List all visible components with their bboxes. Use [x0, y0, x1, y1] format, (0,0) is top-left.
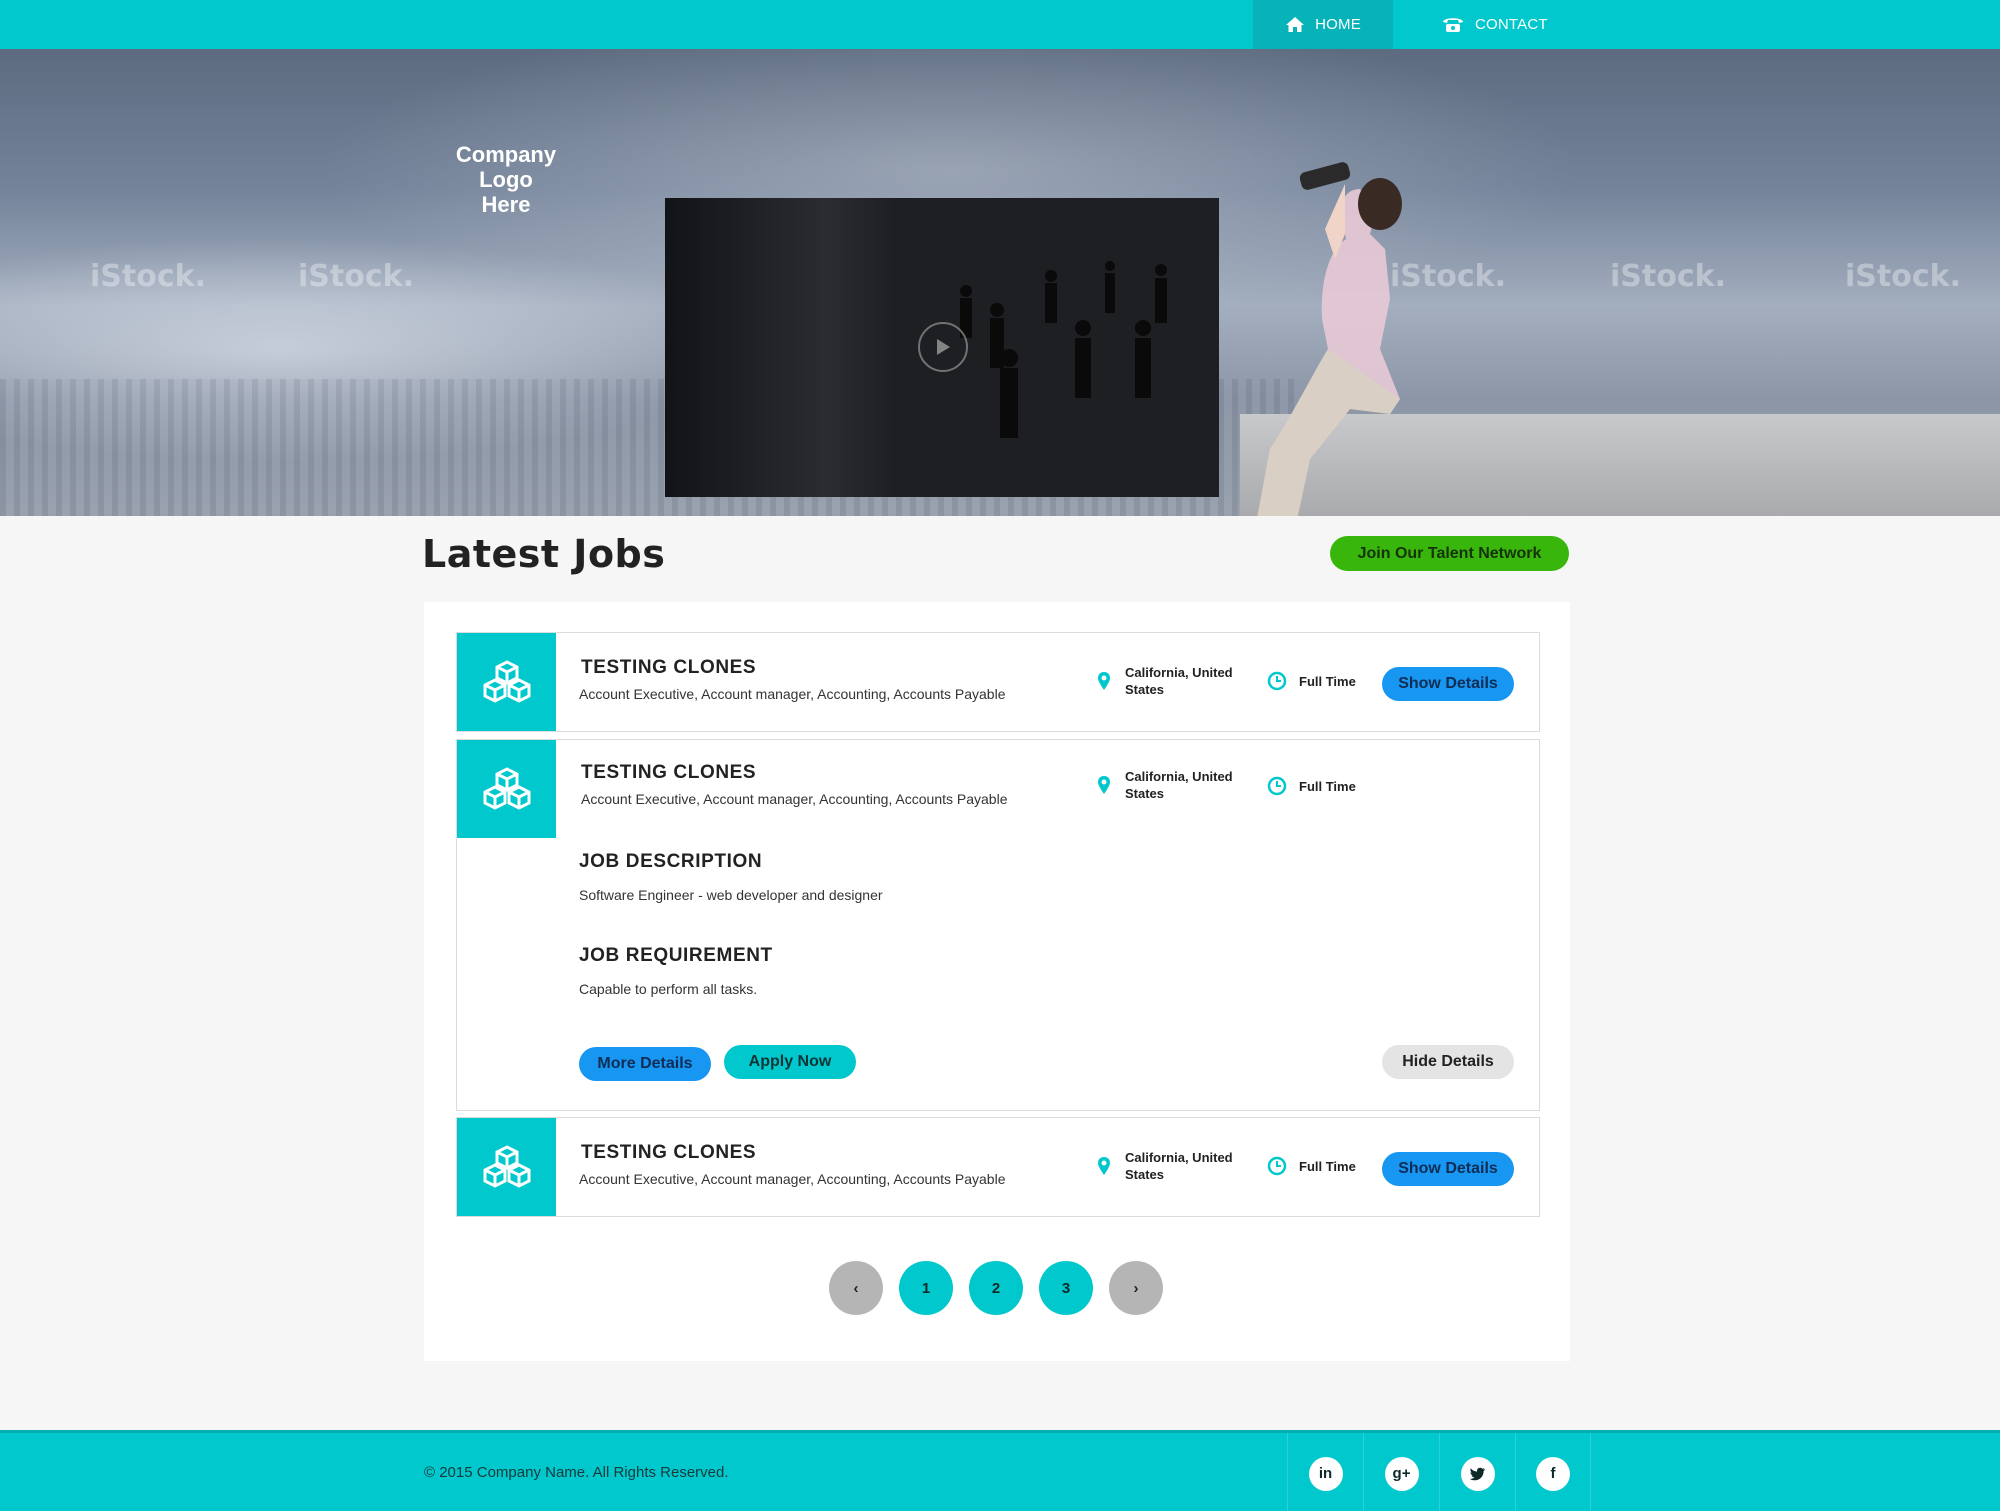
social-facebook: f: [1515, 1433, 1591, 1511]
woman-with-binoculars-image: [1257, 162, 1402, 516]
home-icon: [1285, 16, 1305, 33]
hero-banner: iStock. iStock. iStock. iStock. iStock. …: [0, 49, 2000, 516]
more-details-button[interactable]: More Details: [579, 1047, 711, 1081]
job-type-text: Full Time: [1299, 673, 1356, 689]
social-linkedin: in: [1287, 1433, 1363, 1511]
phone-icon: [1441, 16, 1465, 33]
job-requirement-heading: JOB REQUIREMENT: [579, 945, 773, 966]
location-pin-icon: [1098, 776, 1110, 794]
page-3-button[interactable]: 3: [1039, 1261, 1093, 1315]
copyright-text: © 2015 Company Name. All Rights Reserved…: [424, 1464, 729, 1481]
play-icon[interactable]: [918, 322, 968, 372]
page-2-button[interactable]: 2: [969, 1261, 1023, 1315]
job-title[interactable]: TESTING CLONES: [581, 762, 756, 784]
video-thumbnail-suit: [665, 198, 895, 497]
job-location-text: California, United States: [1125, 769, 1233, 801]
clock-icon: [1267, 1156, 1287, 1176]
job-requirement-text: Capable to perform all tasks.: [579, 981, 758, 997]
location-pin-icon: [1098, 672, 1110, 690]
job-title[interactable]: TESTING CLONES: [581, 657, 756, 679]
prev-page-button[interactable]: ‹: [829, 1261, 883, 1315]
twitter-icon[interactable]: [1460, 1456, 1495, 1491]
job-type: Full Time: [1267, 1156, 1356, 1176]
google-plus-icon[interactable]: g+: [1384, 1456, 1419, 1491]
job-location: California, United States: [1097, 768, 1245, 802]
nav-home-label: HOME: [1315, 16, 1361, 33]
job-tags: Account Executive, Account manager, Acco…: [579, 686, 1006, 702]
next-page-button[interactable]: ›: [1109, 1261, 1163, 1315]
job-type: Full Time: [1267, 671, 1356, 691]
job-location-text: California, United States: [1125, 1150, 1233, 1182]
nav-home[interactable]: HOME: [1253, 0, 1393, 49]
watermark: iStock.: [1390, 259, 1506, 294]
cubes-icon: [457, 1118, 556, 1216]
job-card-expanded[interactable]: TESTING CLONES Account Executive, Accoun…: [456, 739, 1540, 1111]
job-card[interactable]: TESTING CLONES Account Executive, Accoun…: [456, 1117, 1540, 1217]
promo-video[interactable]: [665, 198, 1219, 497]
main-nav: HOME CONTACT: [1253, 0, 1580, 49]
job-location: California, United States: [1097, 664, 1245, 698]
job-description-heading: JOB DESCRIPTION: [579, 851, 763, 872]
cubes-icon: [457, 740, 556, 838]
job-tags: Account Executive, Account manager, Acco…: [579, 1171, 1006, 1187]
join-talent-network-button[interactable]: Join Our Talent Network: [1330, 536, 1569, 571]
job-type: Full Time: [1267, 776, 1356, 796]
social-links: in g+ f: [1287, 1433, 1591, 1511]
watermark: iStock.: [1845, 259, 1961, 294]
linkedin-icon[interactable]: in: [1308, 1456, 1343, 1491]
page-title: Latest Jobs: [422, 532, 666, 576]
job-location: California, United States: [1097, 1149, 1245, 1183]
watermark: iStock.: [90, 259, 206, 294]
job-location-text: California, United States: [1125, 665, 1233, 697]
clock-icon: [1267, 776, 1287, 796]
show-details-button[interactable]: Show Details: [1382, 667, 1514, 701]
job-tags: Account Executive, Account manager, Acco…: [581, 791, 1008, 807]
social-twitter: [1439, 1433, 1515, 1511]
company-logo[interactable]: Company Logo Here: [452, 142, 560, 217]
social-google-plus: g+: [1363, 1433, 1439, 1511]
clock-icon: [1267, 671, 1287, 691]
nav-contact-label: CONTACT: [1475, 16, 1548, 33]
page-1-button[interactable]: 1: [899, 1261, 953, 1315]
pagination: ‹ 1 2 3 ›: [829, 1261, 1163, 1315]
watermark: iStock.: [298, 259, 414, 294]
cubes-icon: [457, 633, 556, 731]
location-pin-icon: [1098, 1157, 1110, 1175]
video-thumbnail-figures: [960, 261, 1167, 438]
show-details-button[interactable]: Show Details: [1382, 1152, 1514, 1186]
watermark: iStock.: [1610, 259, 1726, 294]
footer: © 2015 Company Name. All Rights Reserved…: [0, 1430, 2000, 1511]
job-type-text: Full Time: [1299, 778, 1356, 794]
hide-details-button[interactable]: Hide Details: [1382, 1045, 1514, 1079]
job-card[interactable]: TESTING CLONES Account Executive, Accoun…: [456, 632, 1540, 732]
job-description-text: Software Engineer - web developer and de…: [579, 887, 883, 903]
nav-contact[interactable]: CONTACT: [1393, 0, 1580, 49]
jobs-panel: TESTING CLONES Account Executive, Accoun…: [424, 602, 1570, 1361]
job-type-text: Full Time: [1299, 1158, 1356, 1174]
apply-now-button[interactable]: Apply Now: [724, 1045, 856, 1079]
top-navbar: HOME CONTACT: [0, 0, 2000, 49]
facebook-icon[interactable]: f: [1536, 1456, 1570, 1491]
job-title[interactable]: TESTING CLONES: [581, 1142, 756, 1164]
